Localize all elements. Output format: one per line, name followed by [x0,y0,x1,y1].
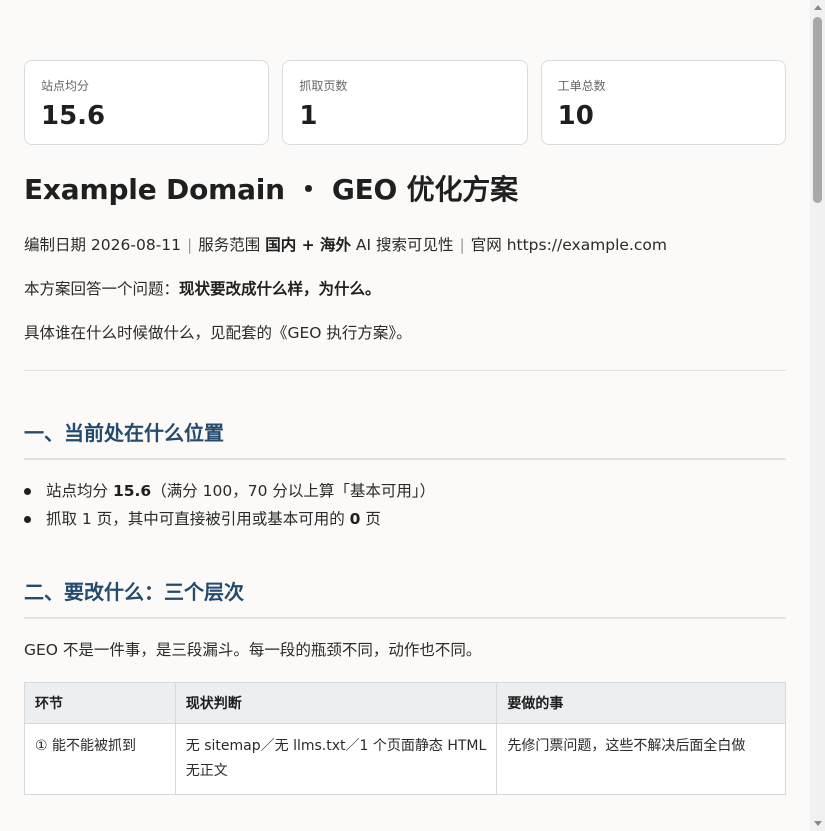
bullet-text: 页 [365,510,381,528]
page-title: Example Domain ・ GEO 优化方案 [24,173,518,206]
stat-value: 15.6 [41,101,106,131]
divider [24,370,786,371]
section-heading-what-to-change: 二、要改什么：三个层次 [24,578,786,619]
intro-question-prefix: 本方案回答一个问题： [24,280,180,298]
page-content: 站点均分 15.6 抓取页数 1 工单总数 10 Example Domain … [24,60,786,795]
list-item: 站点均分 15.6（满分 100，70 分以上算「基本可用」） [24,477,786,505]
stat-value: 10 [557,101,594,131]
table-header: 环节 [24,682,176,724]
stat-label: 站点均分 [41,79,90,93]
stat-label: 工单总数 [557,79,606,93]
table-cell: 先修门票问题，这些不解决后面全白做 [496,723,786,795]
meta-scope-suffix: AI 搜索可见性 [355,236,454,254]
bullet-bold: 15.6 [112,482,152,500]
table-header-row: 环节 现状判断 要做的事 [24,682,786,724]
bullet-text: 站点均分 [46,482,109,500]
stat-label: 抓取页数 [299,79,348,93]
section-heading-position: 一、当前处在什么位置 [24,419,786,460]
intro-reference: 具体谁在什么时候做什么，见配套的《GEO 执行方案》。 [24,324,412,342]
stats-row: 站点均分 15.6 抓取页数 1 工单总数 10 [24,60,786,145]
scrollbar-thumb[interactable] [813,17,822,203]
intro-question-bold: 现状要改成什么样，为什么。 [179,280,381,298]
meta-separator: | [459,236,465,254]
table-cell: ① 能不能被抓到 [24,723,176,795]
bullet-text: （满分 100，70 分以上算「基本可用」） [151,482,436,500]
table-header: 现状判断 [174,682,498,724]
stat-value: 1 [299,101,318,131]
meta-separator: | [187,236,193,254]
bullet-text: 抓取 1 页，其中可直接被引用或基本可用的 [46,510,345,528]
stat-card-pages-crawled: 抓取页数 1 [282,60,528,145]
section-intro: GEO 不是一件事，是三段漏斗。每一段的瓶颈不同，动作也不同。 [24,641,482,659]
vertical-scrollbar[interactable] [810,0,825,831]
bullet-bold: 0 [349,510,361,528]
table-cell: 无 sitemap／无 llms.txt／1 个页面静态 HTML 无正文 [174,723,498,795]
stat-card-ticket-total: 工单总数 10 [540,60,786,145]
scroll-down-arrow-icon[interactable] [814,821,822,826]
scroll-up-arrow-icon[interactable] [814,5,822,10]
table-row: ① 能不能被抓到 无 sitemap／无 llms.txt／1 个页面静态 HT… [24,723,786,795]
meta-scope-bold: 国内 + 海外 [265,236,351,254]
funnel-table: 环节 现状判断 要做的事 ① 能不能被抓到 无 sitemap／无 llms.t… [24,682,786,795]
meta-site: 官网 https://example.com [470,236,667,254]
position-list: 站点均分 15.6（满分 100，70 分以上算「基本可用」） 抓取 1 页，其… [24,477,786,533]
list-item: 抓取 1 页，其中可直接被引用或基本可用的 0 页 [24,505,786,533]
table-header: 要做的事 [496,682,786,724]
stat-card-average-score: 站点均分 15.6 [24,60,270,145]
intro-question: 本方案回答一个问题：现状要改成什么样，为什么。 [24,277,786,301]
meta-scope-prefix: 服务范围 [198,236,261,254]
meta-date: 编制日期 2026-08-11 [24,236,182,254]
meta-line: 编制日期 2026-08-11 | 服务范围 国内 + 海外 AI 搜索可见性 | 官网… [24,233,786,257]
